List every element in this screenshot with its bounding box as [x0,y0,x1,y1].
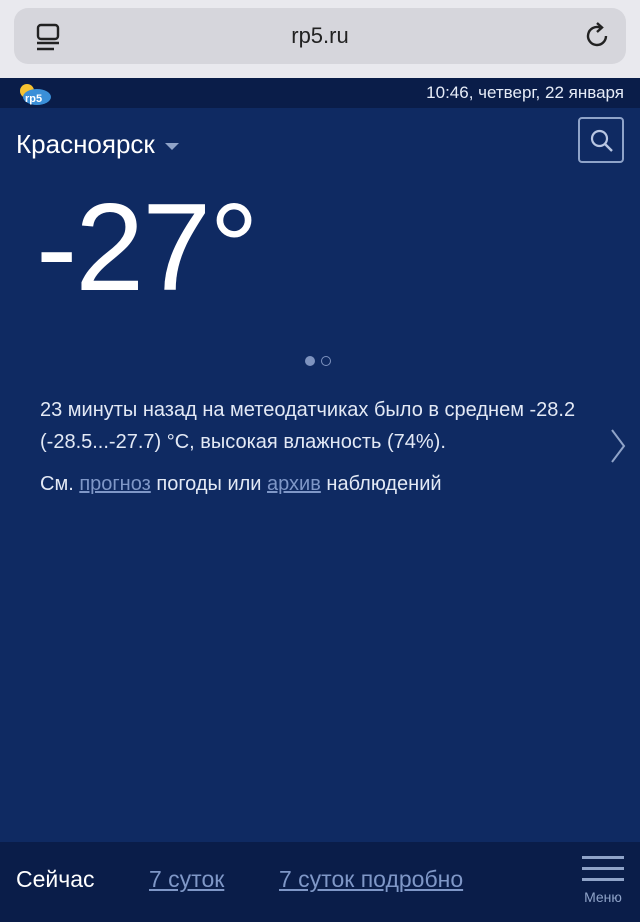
tab-now[interactable]: Сейчас [16,866,95,893]
menu-button[interactable]: Меню [580,856,626,916]
see-label: См. [40,473,74,495]
bottom-navigation: Сейчас 7 суток 7 суток подробно Меню [0,842,640,922]
city-name: Красноярск [16,128,155,159]
city-selector[interactable]: Красноярск [16,126,179,162]
browser-toolbar: rp5.ru [0,0,640,78]
carousel-dot-active[interactable] [305,356,315,366]
archive-link[interactable]: архив [267,473,321,495]
search-icon [590,129,613,152]
url-text[interactable]: rp5.ru [14,8,626,64]
current-temperature: -27° [36,179,259,317]
tab-7-days-detailed[interactable]: 7 суток подробно [279,866,463,893]
mid-label: погоды или [156,473,262,495]
forecast-link[interactable]: прогноз [79,473,150,495]
search-button[interactable] [578,117,624,163]
reload-icon[interactable] [582,21,612,51]
rp5-logo[interactable]: rp5 [16,81,54,107]
address-bar[interactable]: rp5.ru [14,8,626,64]
tab-7-days[interactable]: 7 суток [149,866,224,893]
chevron-right-icon[interactable] [608,426,628,466]
tail-label: наблюдений [326,473,442,495]
observation-text: 23 минуты назад на метеодатчиках было в … [40,399,576,453]
forecast-archive-line: См. прогноз погоды или архив наблюдений [40,468,610,500]
current-datetime: 10:46, четверг, 22 января [426,83,624,102]
carousel-indicator [305,356,331,366]
logo-text: rp5 [25,93,42,105]
menu-label: Меню [584,889,622,905]
chevron-down-icon [164,142,179,150]
info-strip: rp5 10:46, четверг, 22 января [0,78,640,108]
carousel-dot[interactable] [321,356,331,366]
hamburger-icon [580,856,626,881]
